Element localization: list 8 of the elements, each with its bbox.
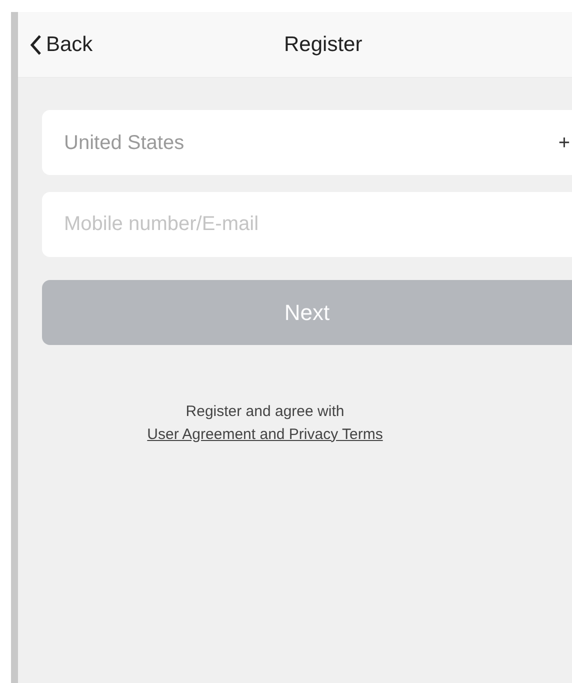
country-code: + [558, 130, 570, 156]
account-input[interactable]: Mobile number/E-mail [42, 192, 572, 257]
terms-link[interactable]: User Agreement and Privacy Terms [147, 424, 383, 446]
chevron-left-icon [30, 34, 42, 56]
screen-title: Register [284, 32, 362, 58]
agreement-text: Register and agree with [186, 402, 344, 422]
country-field[interactable]: United States + [42, 110, 572, 175]
back-button[interactable]: Back [18, 28, 93, 60]
